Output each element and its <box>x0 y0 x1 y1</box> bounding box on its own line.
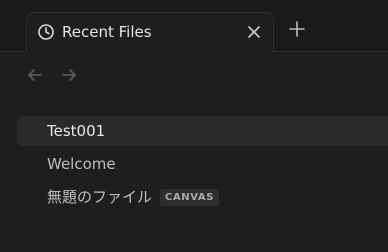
file-name: 無題のファイル <box>47 188 153 206</box>
file-name: Welcome <box>47 155 116 173</box>
close-icon[interactable] <box>245 23 263 41</box>
list-item[interactable]: Welcome <box>17 149 388 179</box>
arrow-right-icon[interactable] <box>60 66 78 84</box>
tab-recent-files[interactable]: Recent Files <box>26 12 274 52</box>
clock-icon <box>38 24 54 40</box>
arrow-left-icon[interactable] <box>26 66 44 84</box>
app-window: Recent Files Test001 Welcome 無題のファイル CANV… <box>0 0 388 252</box>
list-item[interactable]: Test001 <box>17 116 388 146</box>
tab-title: Recent Files <box>62 23 152 41</box>
list-item[interactable]: 無題のファイル CANVAS <box>17 182 388 212</box>
file-name: Test001 <box>47 122 106 140</box>
canvas-badge: CANVAS <box>160 189 220 206</box>
tab-bar: Recent Files <box>0 0 388 52</box>
plus-icon[interactable] <box>287 19 307 39</box>
